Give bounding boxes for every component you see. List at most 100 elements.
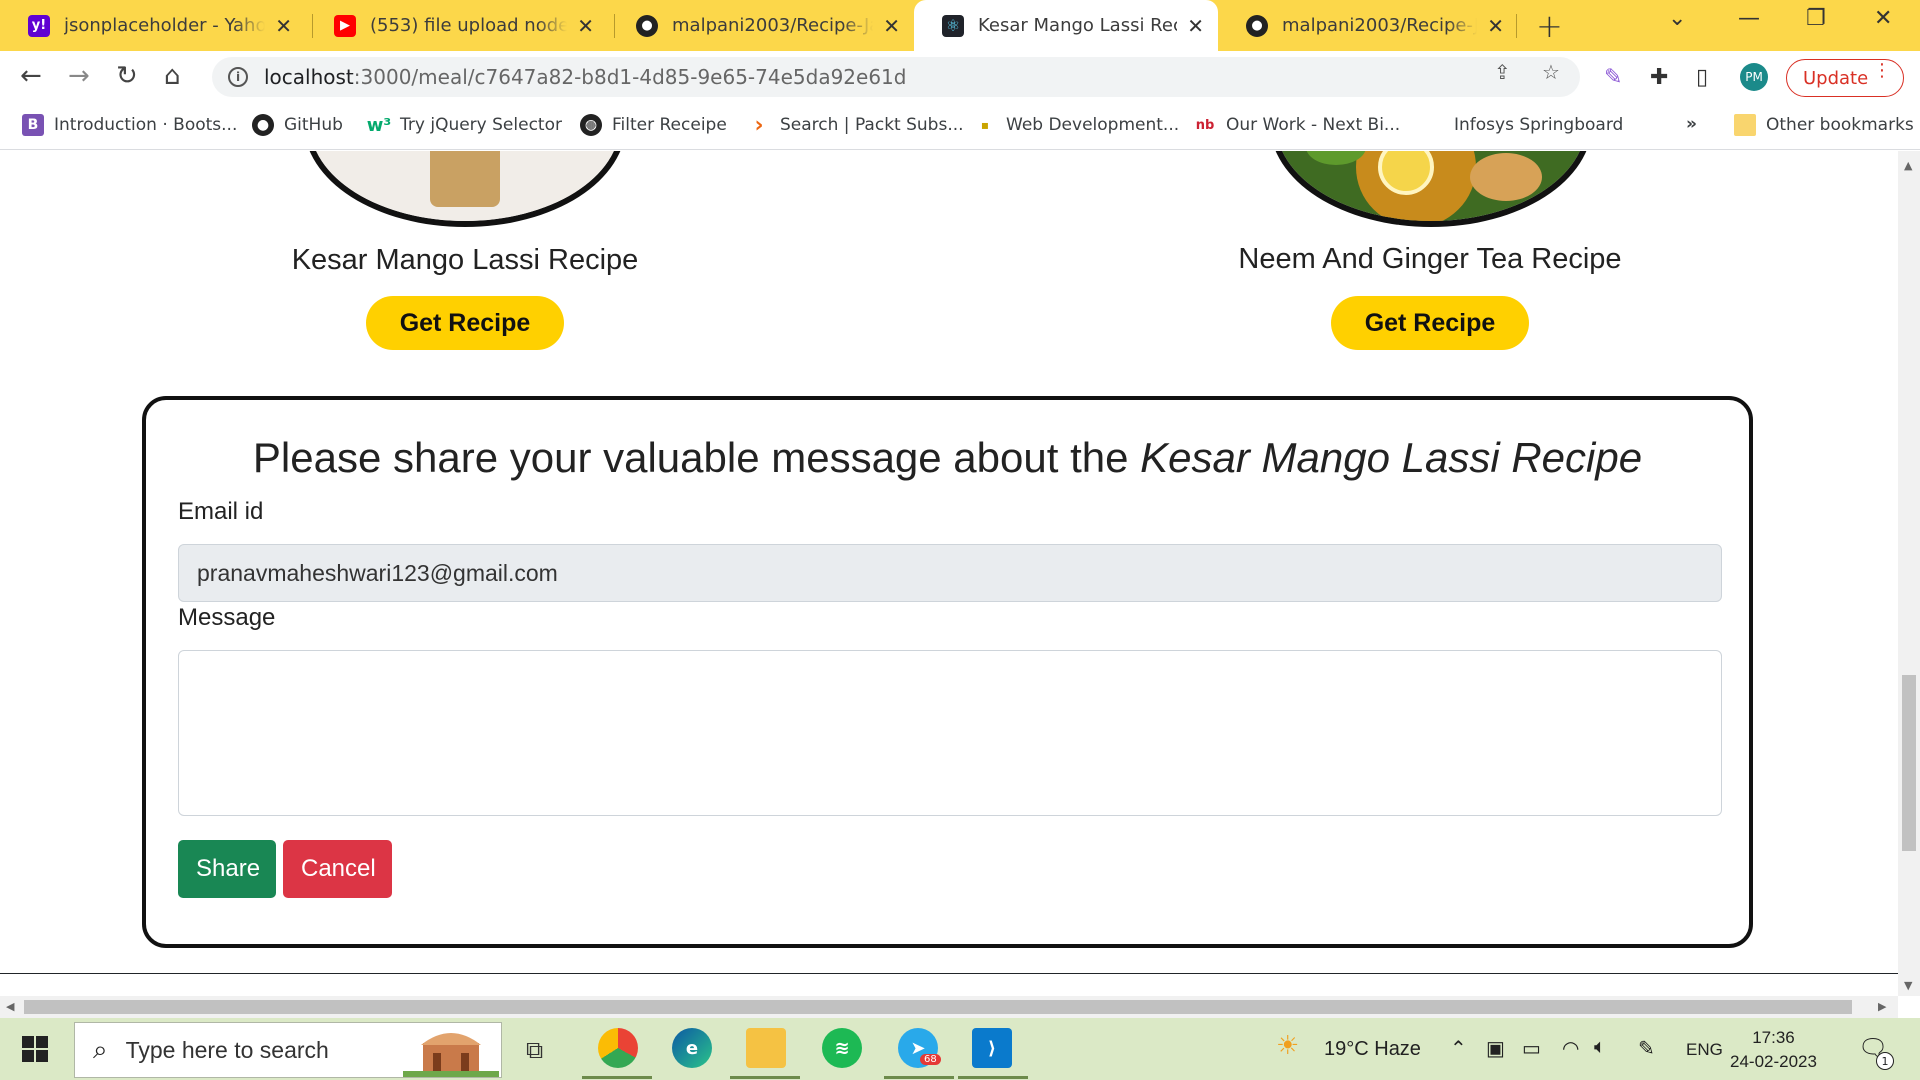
pen-icon[interactable]: ✎ [1638, 1036, 1655, 1061]
volume-icon[interactable]: 🔈︎ [1594, 1036, 1606, 1059]
menu-dots-icon: ⋮ [1873, 60, 1891, 81]
message-textarea[interactable] [178, 650, 1722, 816]
get-recipe-button-kesar-mango-lassi[interactable]: Get Recipe [366, 296, 564, 350]
tray-chevron-icon[interactable]: ⌃ [1450, 1036, 1467, 1061]
browser-toolbar: ← → ↻ ⌂ i localhost:3000/meal/c7647a82-b… [0, 51, 1920, 104]
vertical-scroll-thumb[interactable] [1902, 675, 1916, 851]
horizontal-scroll-thumb[interactable] [24, 1000, 1852, 1014]
site-info-icon[interactable]: i [228, 67, 248, 87]
page-content: Kesar Mango Lassi Recipe Get Recipe Neem… [0, 151, 1898, 974]
tab-youtube[interactable]: ▶ (553) file upload node js mongo ✕ [306, 0, 608, 51]
edge-icon[interactable]: e [672, 1028, 712, 1068]
battery-icon[interactable]: ▭ [1522, 1036, 1541, 1061]
tab-github-2[interactable]: ● malpani2003/Recipe-Jalaram ✕ [1218, 0, 1518, 51]
close-icon[interactable]: ✕ [1187, 14, 1204, 38]
taskbar-search-box[interactable]: ⌕ Type here to search [74, 1022, 502, 1078]
windows-start-icon[interactable] [22, 1036, 48, 1062]
telegram-badge: 68 [920, 1054, 941, 1065]
scroll-left-icon[interactable]: ◀ [6, 1000, 14, 1013]
w3schools-icon: w³ [366, 114, 392, 136]
wifi-icon[interactable]: ◠ [1562, 1036, 1579, 1061]
vertical-scrollbar[interactable]: ▲ ▼ [1898, 151, 1920, 996]
url-text[interactable]: localhost:3000/meal/c7647a82-b8d1-4d85-9… [264, 65, 906, 89]
other-bookmarks[interactable]: Other bookmarks [1734, 114, 1914, 136]
bookmark-packt[interactable]: › Search | Packt Subs... [748, 113, 963, 138]
home-icon[interactable]: ⌂ [164, 61, 181, 91]
tab-title: (553) file upload node js mongo [370, 15, 568, 36]
horizontal-scrollbar[interactable]: ◀ ▶ [0, 996, 1898, 1018]
scroll-up-icon[interactable]: ▲ [1904, 159, 1912, 172]
bookmark-github[interactable]: ● GitHub [252, 114, 343, 136]
email-label: Email id [178, 498, 264, 525]
tab-title: jsonplaceholder - Yahoo Search [64, 15, 266, 36]
search-placeholder: Type here to search [125, 1036, 329, 1063]
recipe-image-kesar-mango-lassi [304, 151, 626, 227]
pen-extension-icon[interactable]: ✎ [1604, 65, 1622, 90]
tab-title: malpani2003/Recipe-Jalaram [1282, 15, 1478, 36]
udemy-icon: ▪ [980, 118, 990, 132]
tab-title: Kesar Mango Lassi Recipe [978, 15, 1177, 36]
nb-icon: nb [1195, 117, 1215, 133]
screen: y! jsonplaceholder - Yahoo Search ✕ ▶ (5… [0, 0, 1920, 1080]
search-icon: ⌕ [93, 1034, 108, 1065]
clock-time: 17:36 [1752, 1028, 1795, 1047]
form-heading-recipe: Kesar Mango Lassi Recipe [1140, 434, 1643, 481]
message-label: Message [178, 604, 276, 631]
page-footer [0, 973, 1898, 974]
reload-icon[interactable]: ↻ [116, 61, 138, 91]
bookmark-filter-receipe[interactable]: ◍ Filter Receipe [580, 114, 727, 136]
email-field[interactable] [178, 544, 1722, 602]
cancel-button[interactable]: Cancel [283, 840, 392, 898]
chrome-icon[interactable] [598, 1028, 638, 1068]
close-icon[interactable]: ✕ [1487, 14, 1504, 38]
task-view-icon[interactable]: ⧉ [526, 1036, 543, 1064]
weather-icon[interactable]: ☀ [1276, 1030, 1299, 1061]
share-button[interactable]: Share [178, 840, 276, 898]
back-icon[interactable]: ← [20, 61, 42, 91]
tab-github-1[interactable]: ● malpani2003/Recipe-Jalaram ✕ [608, 0, 914, 51]
restore-icon[interactable]: ❐ [1806, 6, 1826, 31]
yahoo-icon: y! [28, 14, 50, 37]
bookmark-web-development[interactable]: ▪ Web Development... [974, 114, 1179, 136]
bookmark-infosys[interactable]: Infosys Springboard [1424, 114, 1623, 136]
new-tab-icon[interactable]: + [1536, 7, 1563, 45]
scroll-down-icon[interactable]: ▼ [1904, 979, 1912, 992]
message-form-card: Please share your valuable message about… [142, 396, 1753, 948]
address-bar[interactable]: i localhost:3000/meal/c7647a82-b8d1-4d85… [212, 57, 1580, 97]
bookmark-jquery[interactable]: w³ Try jQuery Selector [366, 114, 562, 136]
bookmarks-overflow-button[interactable]: » [1686, 114, 1697, 134]
update-label: Update [1803, 67, 1869, 89]
side-panel-icon[interactable]: ▯ [1696, 65, 1708, 90]
forward-icon[interactable]: → [68, 61, 90, 91]
update-button[interactable]: Update ⋮ [1786, 59, 1904, 97]
window-close-icon[interactable]: ✕ [1874, 6, 1892, 31]
extensions-icon[interactable]: ✚ [1650, 65, 1668, 90]
vscode-icon[interactable]: ⟩ [972, 1028, 1012, 1068]
profile-avatar[interactable]: PM [1740, 63, 1768, 91]
github-icon: ● [636, 14, 658, 37]
tab-yahoo[interactable]: y! jsonplaceholder - Yahoo Search ✕ [0, 0, 306, 51]
weather-text[interactable]: 19°C Haze [1324, 1038, 1421, 1061]
get-recipe-button-neem-ginger-tea[interactable]: Get Recipe [1331, 296, 1529, 350]
spotify-icon[interactable]: ≋ [822, 1028, 862, 1068]
share-icon[interactable]: ⇪ [1494, 60, 1511, 84]
language-indicator[interactable]: ENG [1686, 1040, 1723, 1060]
tray-app-icon[interactable]: ▣ [1486, 1036, 1505, 1061]
recipe-image-neem-ginger-tea [1270, 151, 1592, 227]
close-icon[interactable]: ✕ [275, 14, 292, 38]
close-icon[interactable]: ✕ [883, 14, 900, 38]
bookmark-our-work[interactable]: nb Our Work - Next Bi... [1194, 114, 1400, 136]
bookmark-star-icon[interactable]: ☆ [1542, 60, 1560, 84]
react-icon: ⚛ [942, 14, 964, 37]
tab-kesar-mango-lassi[interactable]: ⚛ Kesar Mango Lassi Recipe ✕ [914, 0, 1218, 51]
file-explorer-icon[interactable] [746, 1028, 786, 1068]
bookmark-bootstrap[interactable]: B Introduction · Boots... [22, 114, 237, 136]
scroll-right-icon[interactable]: ▶ [1878, 1000, 1886, 1013]
bootstrap-icon: B [22, 114, 44, 136]
windows-taskbar: ⌕ Type here to search ⧉ e ≋ ➤ 68 ⟩ ☀ 19°… [0, 1018, 1920, 1080]
minimize-icon[interactable]: — [1738, 6, 1760, 31]
system-clock[interactable]: 17:36 24-02-2023 [1730, 1026, 1817, 1074]
close-icon[interactable]: ✕ [577, 14, 594, 38]
tab-search-icon[interactable]: ⌄ [1668, 6, 1686, 31]
folder-icon [1734, 114, 1756, 136]
